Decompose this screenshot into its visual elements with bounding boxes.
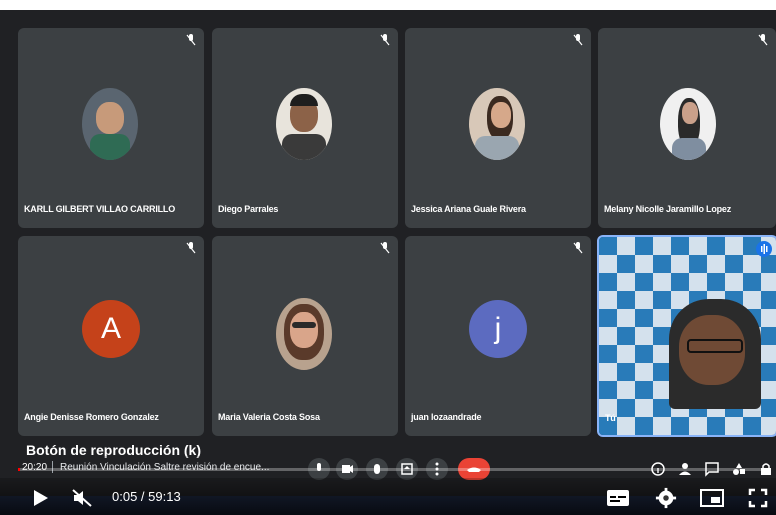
mic-off-icon — [758, 34, 768, 46]
participant-tile[interactable]: Maria Valeria Costa Sosa — [212, 236, 398, 436]
video-progress-bar[interactable] — [18, 468, 766, 471]
mic-off-icon — [573, 242, 583, 254]
participant-tile[interactable]: j juan lozaandrade — [405, 236, 591, 436]
participant-name: Angie Denisse Romero Gonzalez — [24, 412, 159, 422]
mic-off-icon — [380, 34, 390, 46]
avatar — [276, 88, 332, 160]
participant-name: Jessica Ariana Guale Rivera — [411, 204, 526, 214]
glasses — [687, 339, 743, 353]
mic-off-icon — [186, 242, 196, 254]
progress-fill — [18, 468, 20, 471]
avatar — [469, 88, 525, 160]
mute-icon[interactable] — [72, 488, 94, 508]
participant-tile[interactable]: KARLL GILBERT VILLAO CARRILLO — [18, 28, 204, 228]
subtitles-icon[interactable] — [606, 488, 630, 508]
self-view-tile[interactable]: Tú — [597, 235, 776, 437]
participant-name: Diego Parrales — [218, 204, 279, 214]
participant-tile[interactable]: Jessica Ariana Guale Rivera — [405, 28, 591, 228]
miniplayer-icon[interactable] — [700, 488, 724, 508]
mic-off-icon — [573, 34, 583, 46]
participant-name: juan lozaandrade — [411, 412, 482, 422]
avatar-initial: A — [82, 300, 140, 358]
avatar-initial: j — [469, 300, 527, 358]
avatar — [660, 88, 716, 160]
participant-tile[interactable]: Diego Parrales — [212, 28, 398, 228]
participant-name: Tú — [605, 413, 616, 423]
avatar — [82, 88, 138, 160]
divider — [52, 461, 53, 473]
fullscreen-icon[interactable] — [748, 488, 768, 508]
speaking-indicator-icon — [756, 241, 772, 257]
participant-name: KARLL GILBERT VILLAO CARRILLO — [24, 204, 176, 214]
participant-name: Melany Nicolle Jaramillo Lopez — [604, 204, 732, 214]
participant-tile[interactable]: Melany Nicolle Jaramillo Lopez — [598, 28, 776, 228]
settings-icon[interactable] — [655, 487, 677, 509]
play-icon[interactable] — [30, 488, 50, 508]
video-frame[interactable]: KARLL GILBERT VILLAO CARRILLO Diego Parr… — [0, 10, 776, 515]
mic-off-icon — [380, 242, 390, 254]
time-display: 0:05 / 59:13 — [112, 489, 181, 504]
participant-tile[interactable]: A Angie Denisse Romero Gonzalez — [18, 236, 204, 436]
participant-name: Maria Valeria Costa Sosa — [218, 412, 320, 422]
mic-off-icon — [186, 34, 196, 46]
avatar — [276, 298, 332, 370]
